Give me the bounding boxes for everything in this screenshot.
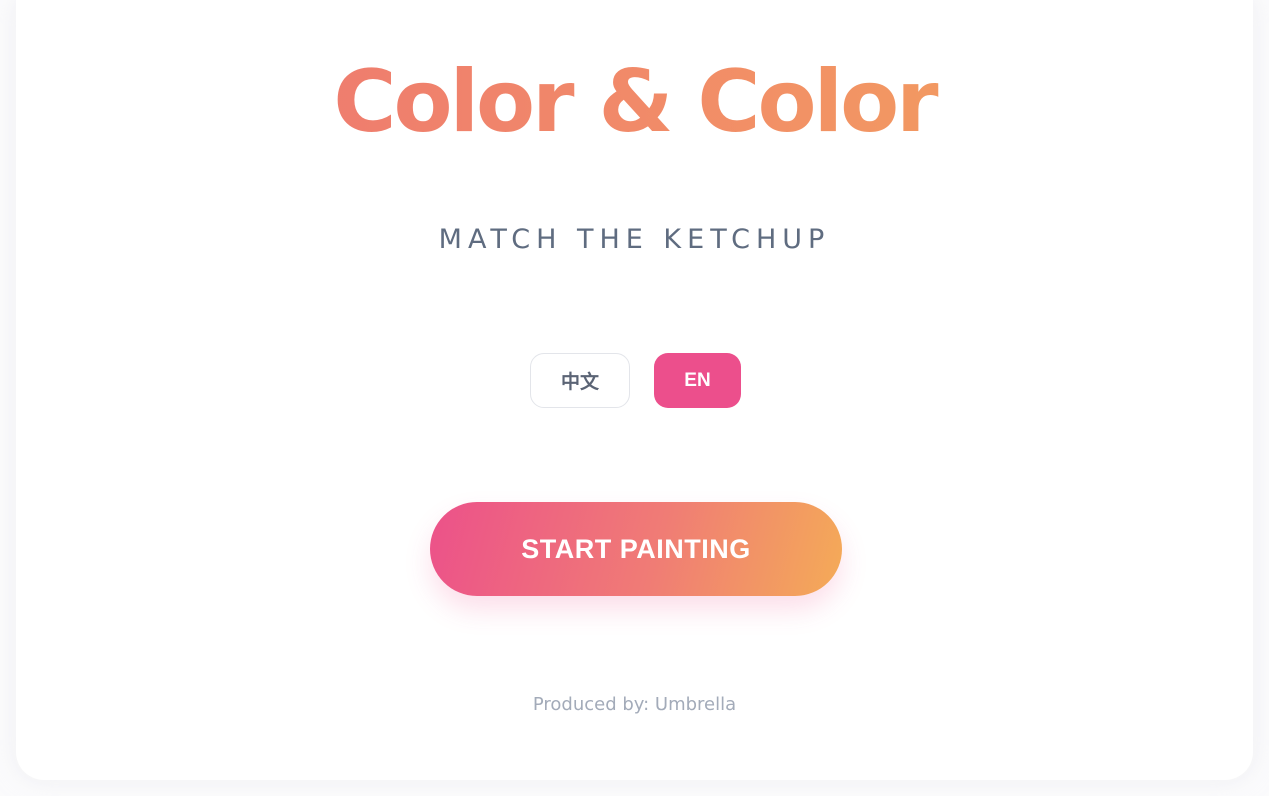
language-english-button[interactable]: EN <box>654 353 741 408</box>
game-title: Color & Color <box>0 46 1269 158</box>
producer-credit: Produced by: Umbrella <box>532 694 737 715</box>
start-painting-button[interactable]: START PAINTING <box>430 502 842 596</box>
game-subtitle: MATCH THE KETCHUP <box>438 224 831 255</box>
language-chinese-button[interactable]: 中文 <box>530 353 630 408</box>
